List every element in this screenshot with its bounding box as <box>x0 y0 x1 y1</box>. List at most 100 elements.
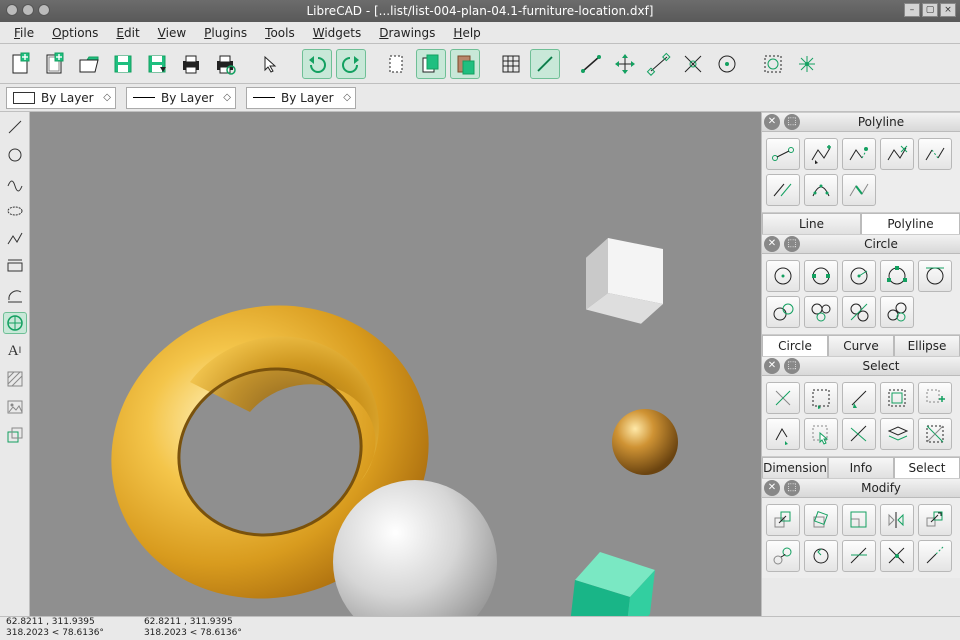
color-combo[interactable]: By Layer <box>6 87 116 109</box>
offset-tool-icon[interactable] <box>3 312 27 334</box>
menu-help[interactable]: Help <box>445 24 488 42</box>
linetype-combo[interactable]: By Layer <box>126 87 236 109</box>
polyline-del-between-icon[interactable] <box>918 138 952 170</box>
panel-close-icon[interactable]: ✕ <box>764 358 780 374</box>
circle-3p-icon[interactable] <box>880 260 914 292</box>
paste-button[interactable] <box>450 49 480 79</box>
circle-2p-icon[interactable] <box>804 260 838 292</box>
circle-inscribe-icon[interactable] <box>880 296 914 328</box>
window-dot[interactable] <box>22 4 34 16</box>
polyline-draw-icon[interactable] <box>766 138 800 170</box>
tab-curve[interactable]: Curve <box>828 335 894 356</box>
menu-edit[interactable]: Edit <box>108 24 147 42</box>
redo-button[interactable] <box>336 49 366 79</box>
circle-tan2-icon[interactable] <box>766 296 800 328</box>
draft-button[interactable] <box>530 49 560 79</box>
modify-extend-icon[interactable] <box>918 540 952 572</box>
menu-view[interactable]: View <box>150 24 194 42</box>
select-add-icon[interactable] <box>918 382 952 414</box>
polyline-add-node-icon[interactable] <box>804 138 838 170</box>
circle-2p-rad-icon[interactable] <box>842 260 876 292</box>
block-tool-icon[interactable] <box>3 424 27 446</box>
snap-end-button[interactable] <box>644 49 674 79</box>
menu-plugins[interactable]: Plugins <box>196 24 255 42</box>
modify-rotate-icon[interactable] <box>804 504 838 536</box>
modify-movecopy-icon[interactable] <box>918 504 952 536</box>
modify-trim-icon[interactable] <box>842 540 876 572</box>
tab-dimension[interactable]: Dimension <box>762 457 828 478</box>
cut-button[interactable] <box>382 49 412 79</box>
panel-undock-icon[interactable]: ⬚ <box>784 236 800 252</box>
circle-tan3-icon[interactable] <box>804 296 838 328</box>
panel-undock-icon[interactable]: ⬚ <box>784 114 800 130</box>
move-button[interactable] <box>610 49 640 79</box>
modify-revert-icon[interactable] <box>804 540 838 572</box>
open-button[interactable] <box>74 49 104 79</box>
grid-button[interactable] <box>496 49 526 79</box>
panel-undock-icon[interactable]: ⬚ <box>784 358 800 374</box>
image-tool-icon[interactable] <box>3 396 27 418</box>
window-dot[interactable] <box>38 4 50 16</box>
drawing-canvas[interactable] <box>30 112 761 616</box>
undo-button[interactable] <box>302 49 332 79</box>
select-invert-icon[interactable] <box>918 418 952 450</box>
line-tool-icon[interactable] <box>3 116 27 138</box>
circle-center-icon[interactable] <box>766 260 800 292</box>
panel-close-icon[interactable]: ✕ <box>764 236 780 252</box>
new-button[interactable] <box>6 49 36 79</box>
save-as-button[interactable] <box>142 49 172 79</box>
polyline-trim-icon[interactable] <box>766 174 800 206</box>
minimize-button[interactable]: – <box>904 3 920 17</box>
menu-tools[interactable]: Tools <box>257 24 303 42</box>
new-template-button[interactable] <box>40 49 70 79</box>
close-button[interactable]: × <box>940 3 956 17</box>
lineweight-combo[interactable]: By Layer <box>246 87 356 109</box>
panel-close-icon[interactable]: ✕ <box>764 114 780 130</box>
text-tool-icon[interactable]: AI <box>3 340 27 362</box>
tab-select[interactable]: Select <box>894 457 960 478</box>
zoom-selection-button[interactable] <box>758 49 788 79</box>
freehand-tool-icon[interactable] <box>3 172 27 194</box>
polyline-del-node-icon[interactable] <box>880 138 914 170</box>
select-cursor-icon[interactable] <box>804 418 838 450</box>
select-window-icon[interactable] <box>880 382 914 414</box>
modify-trim2-icon[interactable] <box>880 540 914 572</box>
menu-file[interactable]: File <box>6 24 42 42</box>
tab-polyline[interactable]: Polyline <box>861 213 960 234</box>
circle-ttr-icon[interactable] <box>842 296 876 328</box>
tab-circle[interactable]: Circle <box>762 335 828 356</box>
polyline-equi-icon[interactable] <box>804 174 838 206</box>
polyline-append-icon[interactable] <box>842 138 876 170</box>
print-preview-button[interactable] <box>210 49 240 79</box>
cursor-button[interactable] <box>256 49 286 79</box>
select-all-icon[interactable] <box>804 382 838 414</box>
circle-tool-icon[interactable] <box>3 144 27 166</box>
tab-line[interactable]: Line <box>762 213 861 234</box>
snap-all-button[interactable] <box>792 49 822 79</box>
modify-rotate2-icon[interactable] <box>766 540 800 572</box>
menu-drawings[interactable]: Drawings <box>371 24 443 42</box>
window-dot[interactable] <box>6 4 18 16</box>
modify-move-icon[interactable] <box>766 504 800 536</box>
select-intersect-icon[interactable] <box>842 418 876 450</box>
select-layer-icon[interactable] <box>880 418 914 450</box>
tab-ellipse[interactable]: Ellipse <box>894 335 960 356</box>
deselect-all-icon[interactable] <box>766 382 800 414</box>
select-single-icon[interactable] <box>842 382 876 414</box>
rect-tool-icon[interactable] <box>3 256 27 278</box>
circle-tan-icon[interactable] <box>918 260 952 292</box>
menu-widgets[interactable]: Widgets <box>305 24 370 42</box>
menu-options[interactable]: Options <box>44 24 106 42</box>
polyline-segment-icon[interactable] <box>842 174 876 206</box>
print-button[interactable] <box>176 49 206 79</box>
hatch-tool-icon[interactable] <box>3 368 27 390</box>
save-button[interactable] <box>108 49 138 79</box>
snap-intersection-button[interactable] <box>678 49 708 79</box>
arc-tool-icon[interactable] <box>3 284 27 306</box>
snap-center-button[interactable] <box>712 49 742 79</box>
tab-info[interactable]: Info <box>828 457 894 478</box>
polyline-tool-icon[interactable] <box>3 228 27 250</box>
panel-close-icon[interactable]: ✕ <box>764 480 780 496</box>
ellipse-tool-icon[interactable] <box>3 200 27 222</box>
modify-scale-icon[interactable] <box>842 504 876 536</box>
